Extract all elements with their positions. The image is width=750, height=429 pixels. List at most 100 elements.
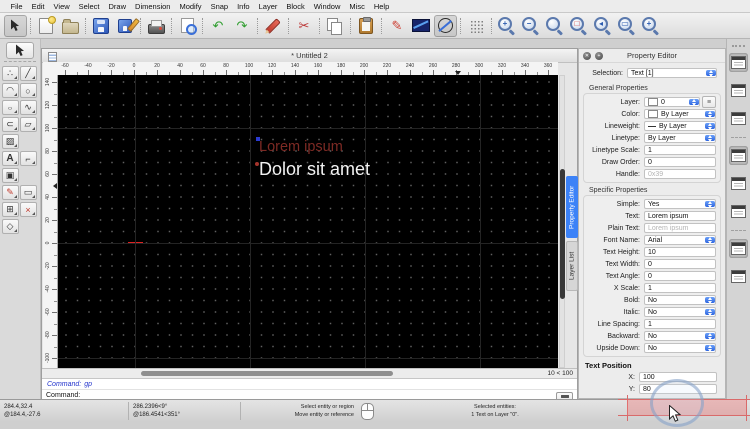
layer-field[interactable]: 0 — [644, 97, 700, 107]
dropdown-stepper[interactable] — [705, 135, 715, 142]
x-scale-field[interactable]: 1 — [644, 283, 716, 293]
lineweight-field[interactable]: By Layer — [644, 121, 716, 131]
menu-edit[interactable]: Edit — [27, 2, 49, 11]
tab-layer-list[interactable]: Layer List — [566, 241, 578, 291]
save-button[interactable] — [90, 15, 113, 37]
spline-tool-button[interactable]: ∿ — [20, 100, 37, 115]
canvas-text-entity[interactable]: Dolor sit amet — [259, 159, 370, 180]
tab-property-editor[interactable]: Property Editor — [566, 176, 578, 238]
print-button[interactable] — [145, 15, 168, 37]
polyline-tool-button[interactable]: ⊂ — [2, 117, 19, 132]
dropdown-stepper[interactable] — [705, 201, 715, 208]
redo-button[interactable]: ↷ — [231, 15, 254, 37]
shape-tool-button[interactable]: ▱ — [20, 117, 37, 132]
image-tool-button[interactable]: ▣ — [2, 168, 19, 183]
vertical-scrollbar-thumb[interactable] — [560, 169, 565, 299]
dropdown-stepper[interactable] — [705, 297, 715, 304]
document-titlebar[interactable]: * Untitled 2 — [42, 49, 577, 63]
zoom-center-button[interactable]: + — [640, 15, 663, 37]
zoom-out-button[interactable]: − — [520, 15, 543, 37]
grid-toggle-button[interactable] — [465, 15, 488, 37]
menu-select[interactable]: Select — [74, 2, 104, 11]
misc-draw-tool-button[interactable]: ✎ — [2, 185, 19, 200]
zoom-in-button[interactable]: + — [496, 15, 519, 37]
dock-library-browser-button[interactable] — [729, 267, 748, 286]
text-angle-field[interactable]: 0 — [644, 271, 716, 281]
arc-tool-button[interactable]: ◠ — [2, 83, 19, 98]
dock-reference-points-button[interactable] — [729, 202, 748, 221]
drawing-canvas[interactable]: Lorem ipsumDolor sit amet — [58, 75, 558, 368]
selection-tool-button[interactable] — [6, 42, 34, 59]
menu-misc[interactable]: Misc — [345, 2, 369, 11]
linetype-scale-field[interactable]: 1 — [644, 145, 716, 155]
lines-toggle-button[interactable] — [434, 15, 457, 37]
text-field[interactable]: Lorem ipsum — [644, 211, 716, 221]
backward-field[interactable]: No — [644, 331, 716, 341]
menu-file[interactable]: File — [6, 2, 27, 11]
menu-modify[interactable]: Modify — [175, 2, 206, 11]
dropdown-stepper[interactable] — [689, 99, 699, 106]
text-height-field[interactable]: 10 — [644, 247, 716, 257]
zoom-window-button[interactable]: □ — [568, 15, 591, 37]
dropdown-stepper[interactable] — [705, 309, 715, 316]
menu-info[interactable]: Info — [233, 2, 255, 11]
layer-list-button[interactable]: ≡ — [702, 96, 716, 108]
dropdown-stepper[interactable] — [705, 333, 715, 340]
explode-tool-button[interactable]: × — [20, 202, 37, 217]
new-file-button[interactable] — [35, 15, 58, 37]
zoom-pan-button[interactable]: ▭ — [616, 15, 639, 37]
color-field[interactable]: By Layer — [644, 109, 716, 119]
ellipse-tool-button[interactable]: ○ — [2, 100, 19, 115]
dropdown-stepper[interactable] — [705, 111, 715, 118]
simple-field[interactable]: Yes — [644, 199, 716, 209]
text-width-field[interactable]: 0 — [644, 259, 716, 269]
bold-field[interactable]: No — [644, 295, 716, 305]
menu-layer[interactable]: Layer — [254, 2, 282, 11]
undo-button[interactable]: ↶ — [207, 15, 230, 37]
text-tool-button[interactable]: A — [2, 151, 19, 166]
selection-dropdown[interactable]: Text [1] — [627, 68, 717, 78]
upside-down-field[interactable]: No — [644, 343, 716, 353]
line-spacing-field[interactable]: 1 — [644, 319, 716, 329]
eraser-button[interactable] — [262, 15, 285, 37]
dropdown-stepper[interactable] — [705, 123, 715, 130]
copy-button[interactable] — [324, 15, 347, 37]
handle-field[interactable]: 0x39 — [644, 169, 716, 179]
draft-mode-button[interactable] — [410, 15, 433, 37]
palette-handle[interactable] — [4, 61, 36, 62]
dock-handle[interactable] — [732, 45, 745, 47]
dock-selection-filter-button[interactable] — [729, 174, 748, 193]
plain-text-field[interactable]: Lorem ipsum — [644, 223, 716, 233]
menu-window[interactable]: Window — [309, 2, 345, 11]
menu-view[interactable]: View — [49, 2, 74, 11]
dock-view-list-button[interactable] — [729, 109, 748, 128]
dock-block-list-button[interactable] — [729, 81, 748, 100]
menu-dimension[interactable]: Dimension — [131, 2, 175, 11]
dropdown-stepper[interactable] — [706, 70, 716, 77]
cut-button[interactable]: ✂ — [293, 15, 316, 37]
measure-tool-button[interactable]: ▭ — [20, 185, 37, 200]
dimension-tool-button[interactable]: ⌐ — [20, 151, 37, 166]
zoom-previous-button[interactable]: ◂ — [592, 15, 615, 37]
font-name-field[interactable]: Arial — [644, 235, 716, 245]
solid-tool-button[interactable]: ◇ — [2, 219, 19, 234]
modify-copy-tool-button[interactable]: ⊞ — [2, 202, 19, 217]
line-tool-button[interactable]: ╱ — [20, 66, 37, 81]
paste-button[interactable] — [355, 15, 378, 37]
linetype-field[interactable]: By Layer — [644, 133, 716, 143]
menu-help[interactable]: Help — [369, 2, 393, 11]
menu-snap[interactable]: Snap — [206, 2, 233, 11]
dock-command-line-button[interactable] — [729, 239, 748, 258]
dock-layer-list-button[interactable] — [729, 146, 748, 165]
circle-tool-button[interactable]: ○ — [20, 83, 37, 98]
save-as-button[interactable] — [114, 15, 137, 37]
point-tool-button[interactable]: ∴ — [2, 66, 19, 81]
dropdown-stepper[interactable] — [705, 237, 715, 244]
hatch-tool-button[interactable]: ▨ — [2, 134, 19, 149]
italic-field[interactable]: No — [644, 307, 716, 317]
dock-property-editor-button[interactable] — [729, 53, 748, 72]
menu-draw[interactable]: Draw — [104, 2, 131, 11]
select-arrow-button[interactable] — [4, 15, 27, 37]
menu-block[interactable]: Block — [282, 2, 309, 11]
open-file-button[interactable] — [59, 15, 82, 37]
